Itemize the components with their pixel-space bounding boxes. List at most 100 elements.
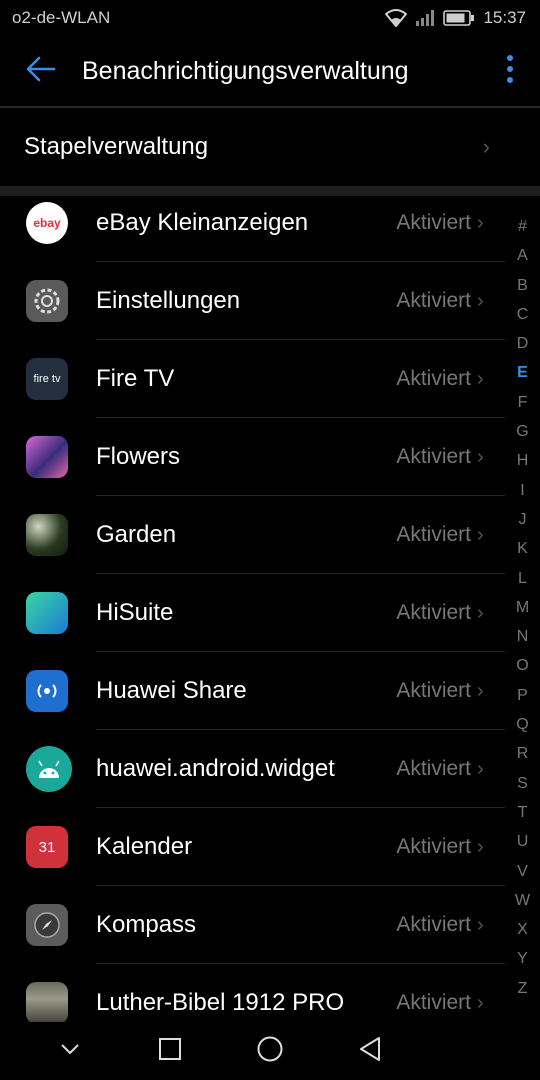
alphabet-index-letter[interactable]: B [517, 277, 528, 295]
chevron-right-icon: › [477, 211, 484, 234]
chevron-right-icon: › [477, 913, 484, 936]
chevron-right-icon: › [477, 679, 484, 702]
app-row-huawei-android-widget[interactable]: huawei.android.widget Aktiviert › [0, 730, 505, 808]
back-button[interactable] [0, 36, 82, 106]
app-name: Garden [96, 521, 177, 548]
alphabet-index-letter[interactable]: N [517, 628, 529, 646]
chevron-right-icon: › [477, 601, 484, 624]
app-name: HiSuite [96, 599, 174, 626]
app-name: Einstellungen [96, 287, 241, 314]
alphabet-index-letter[interactable]: Z [518, 980, 528, 998]
app-list[interactable]: ebay eBay Kleinanzeigen Aktiviert › Eins… [0, 196, 505, 1022]
alphabet-index-letter[interactable]: F [518, 394, 528, 412]
alphabet-index-letter[interactable]: W [515, 892, 530, 910]
chevron-right-icon: › [482, 134, 490, 159]
more-vert-icon [506, 54, 514, 89]
app-state: Aktiviert [396, 211, 471, 234]
fire-tv-icon: fire tv [26, 358, 68, 400]
alphabet-index-letter[interactable]: O [516, 657, 528, 675]
app-name: Kompass [96, 911, 197, 938]
alphabet-index-letter[interactable]: H [517, 452, 529, 470]
app-row-ebay-kleinanzeigen[interactable]: ebay eBay Kleinanzeigen Aktiviert › [0, 196, 505, 262]
app-row-huawei-share[interactable]: Huawei Share Aktiviert › [0, 652, 505, 730]
app-name: Flowers [96, 443, 181, 470]
app-state: Aktiviert [396, 289, 471, 312]
alphabet-index-letter[interactable]: C [517, 306, 529, 324]
page-title: Benachrichtigungsverwaltung [82, 56, 409, 85]
alphabet-index-letter[interactable]: A [517, 247, 528, 265]
app-row-kalender[interactable]: 31 Kalender Aktiviert › [0, 808, 505, 886]
signal-icon [415, 10, 435, 26]
app-name: eBay Kleinanzeigen [96, 209, 309, 236]
app-name: Kalender [96, 833, 193, 860]
back-nav-button[interactable] [340, 1022, 400, 1080]
recents-button[interactable] [140, 1022, 200, 1080]
app-row-garden[interactable]: Garden Aktiviert › [0, 496, 505, 574]
battery-icon [443, 10, 475, 26]
app-name: huawei.android.widget [96, 755, 335, 782]
alphabet-index-letter[interactable]: S [517, 775, 528, 793]
app-state: Aktiviert [396, 523, 471, 546]
app-row-flowers[interactable]: Flowers Aktiviert › [0, 418, 505, 496]
alphabet-index-letter[interactable]: T [518, 804, 528, 822]
carrier-label: o2-de-WLAN [12, 8, 111, 27]
calendar-day: 31 [38, 838, 56, 856]
app-state: Aktiviert [396, 445, 471, 468]
home-button[interactable] [240, 1022, 300, 1080]
app-row-luther-bibel[interactable]: Luther-Bibel 1912 PRO Aktiviert › [0, 964, 505, 1022]
batch-management-label: Stapelverwaltung [24, 133, 209, 160]
alphabet-index-letter[interactable]: X [517, 921, 528, 939]
alphabet-index-letter[interactable]: Q [516, 716, 528, 734]
app-state: Aktiviert [396, 913, 471, 936]
alphabet-index-letter[interactable]: I [520, 482, 524, 500]
bible-icon [26, 982, 68, 1022]
chevron-right-icon: › [477, 367, 484, 390]
garden-icon [26, 514, 68, 556]
huawei-share-icon [26, 670, 68, 712]
app-row-einstellungen[interactable]: Einstellungen Aktiviert › [0, 262, 505, 340]
app-name: Fire TV [96, 365, 175, 392]
wifi-icon [385, 9, 408, 27]
alphabet-index-letter[interactable]: E [517, 364, 528, 382]
alphabet-index-letter[interactable]: G [516, 423, 528, 441]
app-row-kompass[interactable]: Kompass Aktiviert › [0, 886, 505, 964]
triangle-back-icon [358, 1036, 382, 1067]
app-bar: Benachrichtigungsverwaltung [0, 36, 540, 106]
alphabet-index-letter[interactable]: K [517, 540, 528, 558]
square-icon [158, 1037, 182, 1066]
app-row-fire-tv[interactable]: fire tv Fire TV Aktiviert › [0, 340, 505, 418]
app-state: Aktiviert [396, 679, 471, 702]
alphabet-index-letter[interactable]: L [518, 570, 527, 588]
alphabet-index-letter[interactable]: D [517, 335, 529, 353]
hisuite-icon [26, 592, 68, 634]
alphabet-index-letter[interactable]: R [517, 745, 529, 763]
batch-management-row[interactable]: Stapelverwaltung › [0, 108, 540, 186]
app-state: Aktiviert [396, 991, 471, 1014]
circle-icon [256, 1035, 284, 1068]
alphabet-index-letter[interactable]: # [518, 218, 527, 236]
section-separator [0, 186, 540, 196]
app-name: Huawei Share [96, 677, 247, 704]
alphabet-index-letter[interactable]: Y [517, 950, 528, 968]
app-row-hisuite[interactable]: HiSuite Aktiviert › [0, 574, 505, 652]
alphabet-index-letter[interactable]: U [517, 833, 529, 851]
more-options-button[interactable] [480, 36, 540, 106]
hide-nav-button[interactable] [40, 1022, 100, 1080]
settings-gear-icon [26, 280, 68, 322]
compass-icon [26, 904, 68, 946]
chevron-right-icon: › [477, 991, 484, 1014]
alphabet-index-letter[interactable]: P [517, 687, 528, 705]
alphabet-index-letter[interactable]: J [519, 511, 527, 529]
alphabet-index-letter[interactable]: M [516, 599, 529, 617]
app-state: Aktiviert [396, 367, 471, 390]
flowers-icon [26, 436, 68, 478]
android-icon [26, 746, 72, 792]
app-state: Aktiviert [396, 601, 471, 624]
alphabet-index[interactable]: # A B C D E F G H I J K L M N O P Q R S T U V W X Y Z [505, 218, 540, 998]
app-name: Luther-Bibel 1912 PRO [96, 989, 345, 1016]
alphabet-index-letter[interactable]: V [517, 863, 528, 881]
arrow-back-icon [26, 56, 56, 87]
ebay-kleinanzeigen-icon: ebay [26, 202, 68, 244]
chevron-right-icon: › [477, 757, 484, 780]
